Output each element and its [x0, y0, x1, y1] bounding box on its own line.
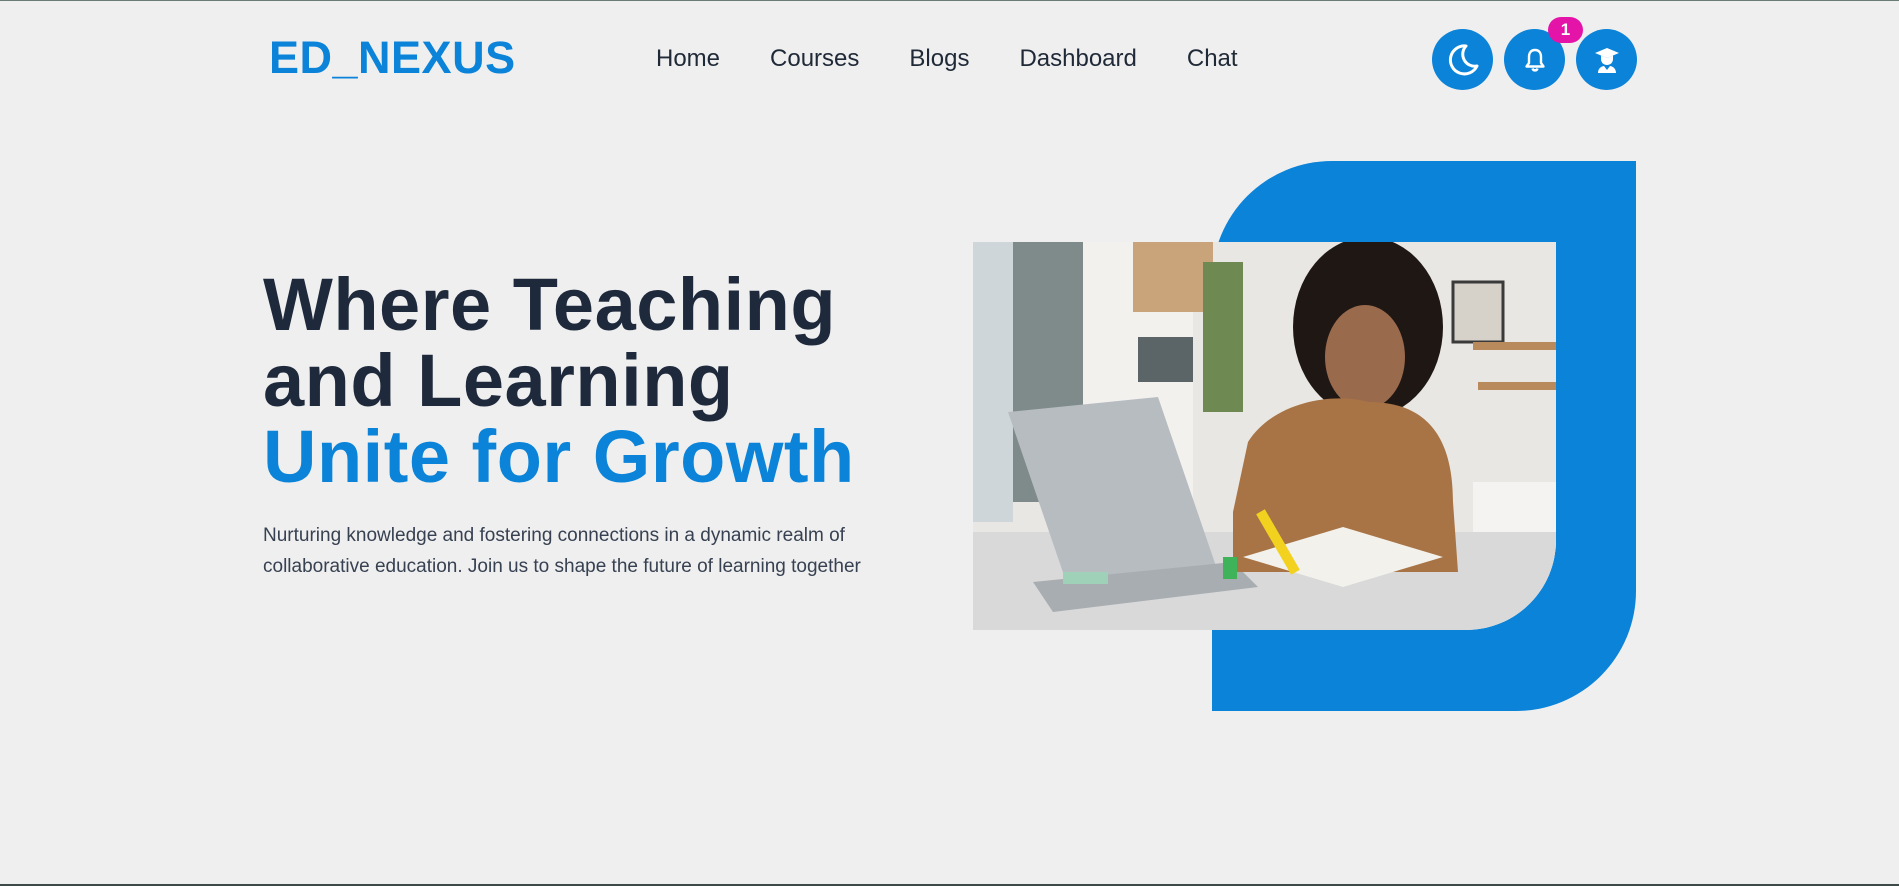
hero-title-accent: Unite for Growth [263, 415, 855, 498]
nav-chat[interactable]: Chat [1187, 46, 1238, 72]
notification-badge: 1 [1548, 17, 1583, 43]
moon-icon [1448, 43, 1478, 75]
nav-courses[interactable]: Courses [770, 46, 859, 72]
hero-title-line1: Where Teaching [263, 263, 837, 346]
nav-dashboard[interactable]: Dashboard [1019, 46, 1136, 72]
nav-home[interactable]: Home [656, 46, 720, 72]
logo[interactable]: ED_NEXUS [269, 35, 516, 80]
page: ED_NEXUS Home Courses Blogs Dashboard Ch… [0, 0, 1899, 886]
profile-button[interactable] [1576, 29, 1637, 90]
theme-toggle-button[interactable] [1432, 29, 1493, 90]
bell-icon [1524, 48, 1545, 72]
graduate-icon [1594, 47, 1619, 73]
main-nav: Home Courses Blogs Dashboard Chat [656, 46, 1238, 72]
hero-title-line2: and Learning [263, 339, 734, 422]
hero-title: Where Teaching and Learning Unite for Gr… [263, 267, 855, 495]
hero-image [973, 242, 1556, 630]
nav-blogs[interactable]: Blogs [909, 46, 969, 72]
hero-description: Nurturing knowledge and fostering connec… [263, 525, 861, 577]
